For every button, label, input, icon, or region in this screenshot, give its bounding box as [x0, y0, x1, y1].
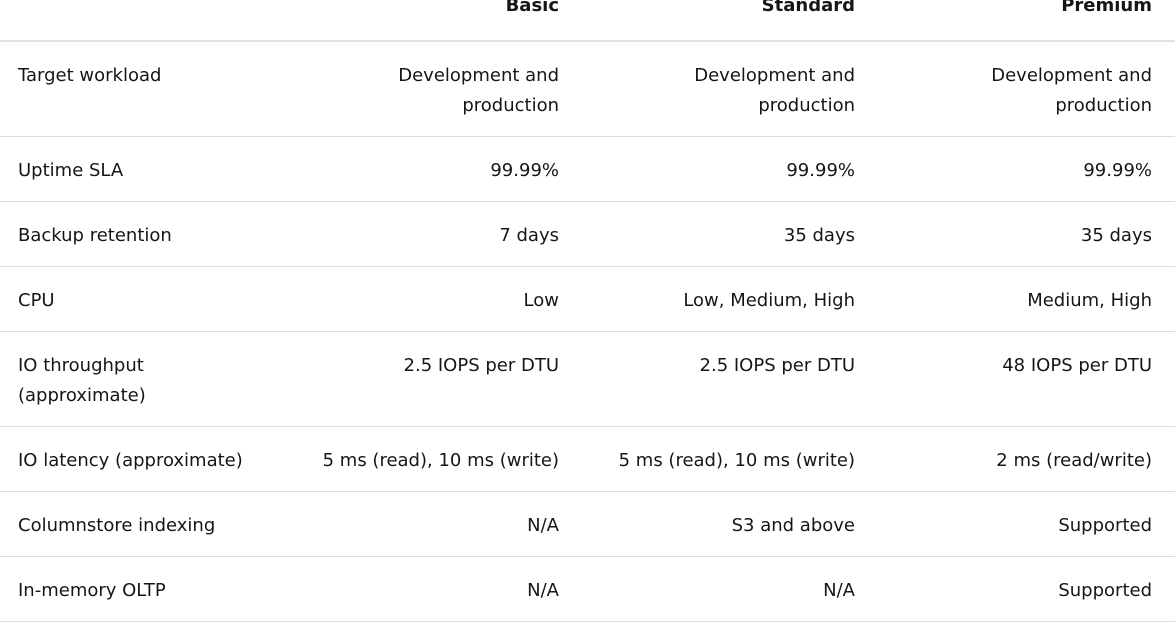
table-row: CPU Low Low, Medium, High Medium, High [0, 266, 1175, 332]
header-row: Basic Standard Premium [0, 0, 1175, 42]
header-basic: Basic [298, 0, 561, 42]
header-standard: Standard [561, 0, 857, 42]
premium-value: 48 IOPS per DTU [857, 331, 1175, 427]
row-label: Backup retention [0, 201, 298, 267]
header-feature [0, 0, 298, 42]
row-label: IO latency (approximate) [0, 426, 298, 492]
table-row: IO throughput (approximate) 2.5 IOPS per… [0, 331, 1175, 427]
table-row: Columnstore indexing N/A S3 and above Su… [0, 491, 1175, 557]
premium-value: Supported [857, 556, 1175, 622]
basic-value: 2.5 IOPS per DTU [298, 331, 561, 427]
premium-value: 35 days [857, 201, 1175, 267]
row-label-text: IO throughput (approximate) [18, 355, 146, 406]
row-label: CPU [0, 266, 298, 332]
standard-value: S3 and above [561, 491, 857, 557]
table-row: IO latency (approximate) 5 ms (read), 10… [0, 426, 1175, 492]
basic-value: Low [298, 266, 561, 332]
standard-value: Low, Medium, High [561, 266, 857, 332]
premium-value: 2 ms (read/write) [857, 426, 1175, 492]
standard-value: N/A [561, 556, 857, 622]
table-row: In-memory OLTP N/A N/A Supported [0, 556, 1175, 622]
table-row: Uptime SLA 99.99% 99.99% 99.99% [0, 136, 1175, 202]
premium-value: 99.99% [857, 136, 1175, 202]
basic-value: N/A [298, 491, 561, 557]
standard-value: Development and production [694, 65, 855, 116]
row-label: Target workload [0, 41, 298, 137]
basic-value: 99.99% [298, 136, 561, 202]
premium-value: Supported [857, 491, 1175, 557]
standard-value: 2.5 IOPS per DTU [561, 331, 857, 427]
basic-value: N/A [298, 556, 561, 622]
standard-cell: Development and production [561, 41, 857, 137]
row-label: IO throughput (approximate) [0, 331, 298, 427]
header-premium: Premium [857, 0, 1175, 42]
row-label: In-memory OLTP [0, 556, 298, 622]
table-row: Backup retention 7 days 35 days 35 days [0, 201, 1175, 267]
premium-value: Medium, High [857, 266, 1175, 332]
row-label: Uptime SLA [0, 136, 298, 202]
standard-value: 99.99% [561, 136, 857, 202]
table-row: Target workload Development and producti… [0, 41, 1175, 137]
premium-value: Development and production [991, 65, 1152, 116]
standard-value: 35 days [561, 201, 857, 267]
basic-value: Development and production [398, 65, 559, 116]
basic-cell: Development and production [298, 41, 561, 137]
basic-value: 7 days [298, 201, 561, 267]
premium-cell: Development and production [857, 41, 1175, 137]
basic-value: 5 ms (read), 10 ms (write) [298, 426, 561, 492]
standard-value: 5 ms (read), 10 ms (write) [561, 426, 857, 492]
row-label: Columnstore indexing [0, 491, 298, 557]
service-tier-comparison-table: Basic Standard Premium Target workload D… [0, 0, 1175, 622]
